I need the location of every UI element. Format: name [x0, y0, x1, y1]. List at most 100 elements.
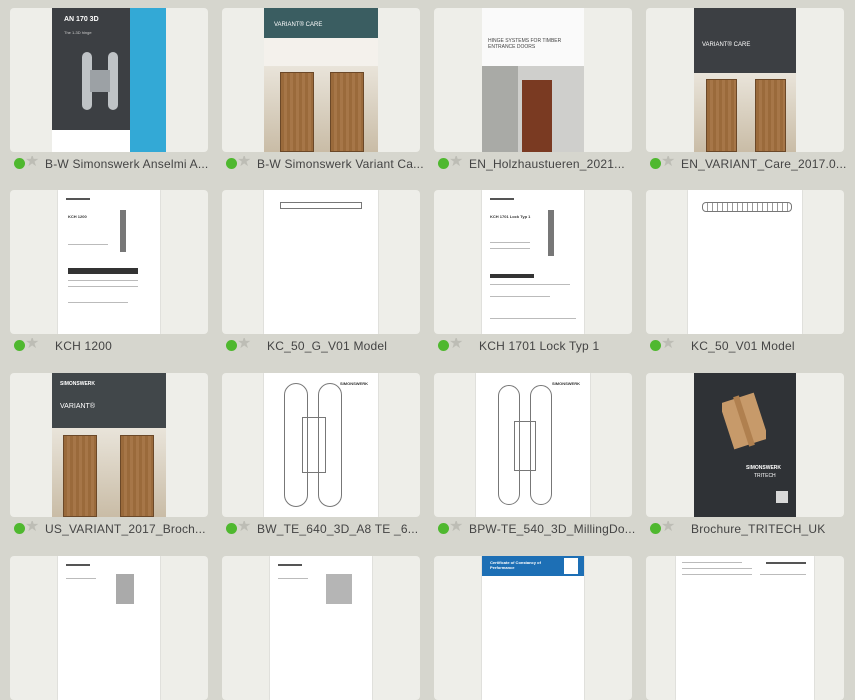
door-left: [63, 434, 98, 517]
document-thumbnail: SIMONSWERK: [264, 373, 378, 517]
document-tile[interactable]: HINGE SYSTEMS FOR TIMBER ENTRANCE DOORS: [434, 8, 632, 152]
document-caption: ★ EN_VARIANT_Care_2017.0...: [647, 156, 855, 172]
door-right: [755, 78, 786, 152]
document-tile[interactable]: VARIANT® CARE: [222, 8, 420, 152]
status-dot: [650, 523, 661, 534]
document-caption: ★ BW_TE_640_3D_A8 TE _6...: [223, 521, 433, 537]
document-thumbnail: VARIANT® CARE: [694, 8, 796, 152]
star-icon[interactable]: ★: [25, 156, 39, 171]
hinge-image: [82, 52, 118, 110]
status-dot: [226, 523, 237, 534]
document-caption: ★ KCH 1200: [11, 338, 221, 354]
document-thumbnail: KCH 1701 Lock Typ 1: [482, 190, 584, 334]
document-tile[interactable]: Certificate of Constancy of Performance: [434, 556, 632, 700]
cover-title: KCH 1200: [68, 214, 87, 219]
document-name[interactable]: BPW-TE_540_3D_MillingDo...: [469, 522, 641, 536]
status-dot: [438, 158, 449, 169]
star-icon[interactable]: ★: [449, 521, 463, 536]
document-name[interactable]: KCH 1701 Lock Typ 1: [479, 339, 645, 353]
status-dot: [14, 523, 25, 534]
document-name[interactable]: B-W Simonswerk Anselmi A...: [45, 157, 217, 171]
product-image: [326, 574, 352, 604]
star-icon[interactable]: ★: [237, 338, 251, 353]
cover-title: VARIANT® CARE: [274, 22, 323, 28]
status-dot: [438, 340, 449, 351]
document-thumbnail: [270, 556, 372, 700]
document-caption: ★ B-W Simonswerk Variant Ca...: [223, 156, 433, 172]
document-tile[interactable]: KCH 1200: [10, 190, 208, 334]
cover-title: TRITECH: [754, 473, 776, 479]
document-thumbnail: SIMONSWERK: [476, 373, 590, 517]
document-name[interactable]: US_VARIANT_2017_Broch...: [45, 522, 217, 536]
cover-subtitle: The 1-3D hinge: [64, 30, 92, 35]
document-thumbnail: [676, 556, 814, 700]
brand-logo: SIMONSWERK: [552, 381, 580, 386]
document-tile[interactable]: SIMONSWERK: [222, 373, 420, 517]
star-icon[interactable]: ★: [449, 156, 463, 171]
drawing-part: [702, 202, 792, 212]
document-name[interactable]: KC_50_G_V01 Model: [267, 339, 433, 353]
star-icon[interactable]: ★: [25, 521, 39, 536]
cover-photo: [694, 72, 796, 152]
product-image: [116, 574, 134, 604]
document-caption: ★ B-W Simonswerk Anselmi A...: [11, 156, 221, 172]
document-tile[interactable]: SIMONSWERK: [434, 373, 632, 517]
cover-photo: [52, 427, 166, 517]
product-image: [548, 210, 554, 256]
document-thumbnail: KCH 1200: [58, 190, 160, 334]
document-thumbnail: HINGE SYSTEMS FOR TIMBER ENTRANCE DOORS: [482, 8, 584, 152]
drawing-part: [280, 202, 362, 209]
document-tile[interactable]: [646, 190, 844, 334]
star-icon[interactable]: ★: [237, 156, 251, 171]
document-tile[interactable]: [646, 556, 844, 700]
document-thumbnail: [58, 556, 160, 700]
document-name[interactable]: Brochure_TRITECH_UK: [691, 522, 855, 536]
document-grid: AN 170 3D The 1-3D hinge ★ B-W Simonswer…: [0, 0, 855, 700]
door-left: [706, 78, 737, 152]
document-name[interactable]: KCH 1200: [55, 339, 221, 353]
cover-title: VARIANT® CARE: [702, 42, 751, 48]
document-caption: ★ Brochure_TRITECH_UK: [647, 521, 855, 537]
document-name[interactable]: B-W Simonswerk Variant Ca...: [257, 157, 429, 171]
document-name[interactable]: EN_VARIANT_Care_2017.0...: [681, 157, 853, 171]
star-icon[interactable]: ★: [661, 521, 675, 536]
document-thumbnail: [264, 190, 378, 334]
document-name[interactable]: KC_50_V01 Model: [691, 339, 855, 353]
document-caption: ★ KC_50_V01 Model: [647, 338, 855, 354]
badge-icon: [776, 491, 788, 503]
document-tile[interactable]: SIMONSWERK VARIANT®: [10, 373, 208, 517]
star-icon[interactable]: ★: [661, 338, 675, 353]
document-thumbnail: AN 170 3D The 1-3D hinge: [52, 8, 166, 152]
status-dot: [226, 340, 237, 351]
hinge-image: [722, 392, 766, 450]
cover-accent-strip: [130, 8, 166, 152]
document-tile[interactable]: [10, 556, 208, 700]
star-icon[interactable]: ★: [237, 521, 251, 536]
star-icon[interactable]: ★: [449, 338, 463, 353]
wall: [482, 66, 518, 152]
status-dot: [650, 158, 661, 169]
brand-logo: SIMONSWERK: [60, 381, 95, 387]
document-tile[interactable]: [222, 190, 420, 334]
brand-logo: SIMONSWERK: [746, 465, 781, 471]
document-thumbnail: SIMONSWERK TRITECH: [694, 373, 796, 517]
document-name[interactable]: BW_TE_640_3D_A8 TE _6...: [257, 522, 429, 536]
star-icon[interactable]: ★: [661, 156, 675, 171]
cover-title: HINGE SYSTEMS FOR TIMBER ENTRANCE DOORS: [488, 38, 562, 50]
hinge-body: [514, 421, 536, 471]
star-icon[interactable]: ★: [25, 338, 39, 353]
document-tile[interactable]: SIMONSWERK TRITECH: [646, 373, 844, 517]
document-tile[interactable]: [222, 556, 420, 700]
page-header: [66, 198, 90, 200]
document-tile[interactable]: KCH 1701 Lock Typ 1: [434, 190, 632, 334]
brand-logo: SIMONSWERK: [340, 381, 368, 386]
cover-title: Certificate of Constancy of Performance: [490, 560, 541, 570]
document-thumbnail: SIMONSWERK VARIANT®: [52, 373, 166, 517]
cover-title: AN 170 3D: [64, 16, 99, 23]
document-caption: ★ EN_Holzhaustueren_2021...: [435, 156, 645, 172]
document-tile[interactable]: VARIANT® CARE: [646, 8, 844, 152]
document-tile[interactable]: AN 170 3D The 1-3D hinge: [10, 8, 208, 152]
document-name[interactable]: EN_Holzhaustueren_2021...: [469, 157, 641, 171]
door-right: [330, 72, 365, 152]
seal-icon: [564, 558, 578, 574]
